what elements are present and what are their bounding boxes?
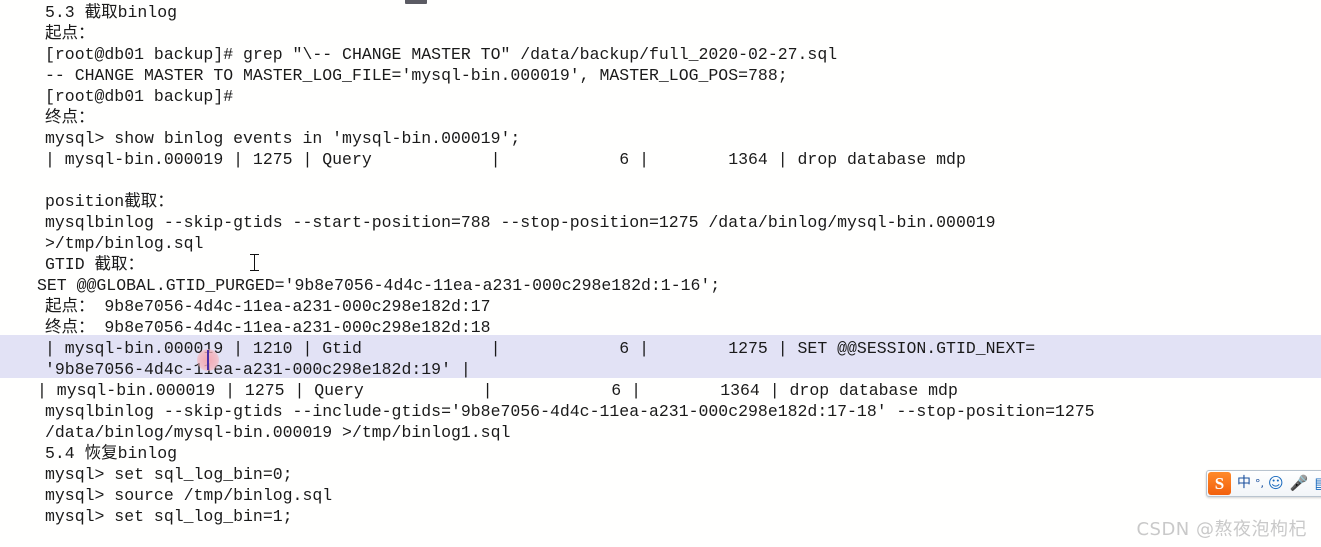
- document-line: mysql> source /tmp/binlog.sql: [45, 486, 333, 505]
- document-line: >/tmp/binlog.sql: [45, 234, 204, 253]
- document-line: GTID 截取：: [45, 255, 145, 274]
- document-line: | mysql-bin.000019 | 1275 | Query | 6 | …: [45, 150, 966, 169]
- document-line: /data/binlog/mysql-bin.000019 >/tmp/binl…: [45, 423, 511, 442]
- document-line: mysql> set sql_log_bin=1;: [45, 507, 293, 526]
- document-line: 5.4 恢复binlog: [45, 444, 178, 463]
- document-line: [root@db01 backup]# grep "\-- CHANGE MAS…: [45, 45, 838, 64]
- document-line: [root@db01 backup]#: [45, 87, 234, 106]
- screenshot-root: 5.3 截取binlog 起点： [root@db01 backup]# grep …: [0, 0, 1321, 547]
- clipped-artifact-top: [405, 0, 427, 4]
- ime-punctuation[interactable]: °,: [1254, 472, 1265, 495]
- document-line: | mysql-bin.000019 | 1275 | Query | 6 | …: [37, 381, 958, 400]
- document-line: position截取：: [45, 192, 174, 211]
- document-line: mysql> show binlog events in 'mysql-bin.…: [45, 129, 521, 148]
- document-line: 终点： 9b8e7056-4d4c-11ea-a231-000c298e182d…: [45, 318, 491, 337]
- document-line: mysql> set sql_log_bin=0;: [45, 465, 293, 484]
- text-document[interactable]: 5.3 截取binlog 起点： [root@db01 backup]# grep …: [0, 0, 1321, 547]
- sogou-ime-toolbar[interactable]: S 中°,☺🎤▤: [1206, 470, 1321, 497]
- document-line: 5.3 截取binlog: [45, 3, 178, 22]
- ime-mode-chinese[interactable]: 中: [1234, 472, 1254, 495]
- document-line: -- CHANGE MASTER TO MASTER_LOG_FILE='mys…: [45, 66, 788, 85]
- document-line: | mysql-bin.000019 | 1210 | Gtid | 6 | 1…: [45, 339, 1036, 358]
- document-line: 起点： 9b8e7056-4d4c-11ea-a231-000c298e182d…: [45, 297, 491, 316]
- document-line: 起点：: [45, 24, 95, 43]
- i-beam-cursor: [250, 253, 259, 272]
- document-line: mysqlbinlog --skip-gtids --start-positio…: [45, 213, 996, 232]
- ime-voice-input[interactable]: 🎤: [1287, 472, 1312, 495]
- document-line: SET @@GLOBAL.GTID_PURGED='9b8e7056-4d4c-…: [37, 276, 721, 295]
- document-line: '9b8e7056-4d4c-11ea-a231-000c298e182d:19…: [45, 360, 471, 379]
- text-caret: [207, 350, 209, 370]
- ime-emoji[interactable]: ☺: [1265, 472, 1287, 495]
- document-line: mysqlbinlog --skip-gtids --include-gtids…: [45, 402, 1095, 421]
- sogou-logo-icon[interactable]: S: [1208, 472, 1231, 495]
- csdn-watermark: CSDN @熬夜泡枸杞: [1136, 519, 1307, 540]
- ime-toolbox[interactable]: ▤: [1311, 472, 1321, 495]
- document-line: 终点：: [45, 108, 95, 127]
